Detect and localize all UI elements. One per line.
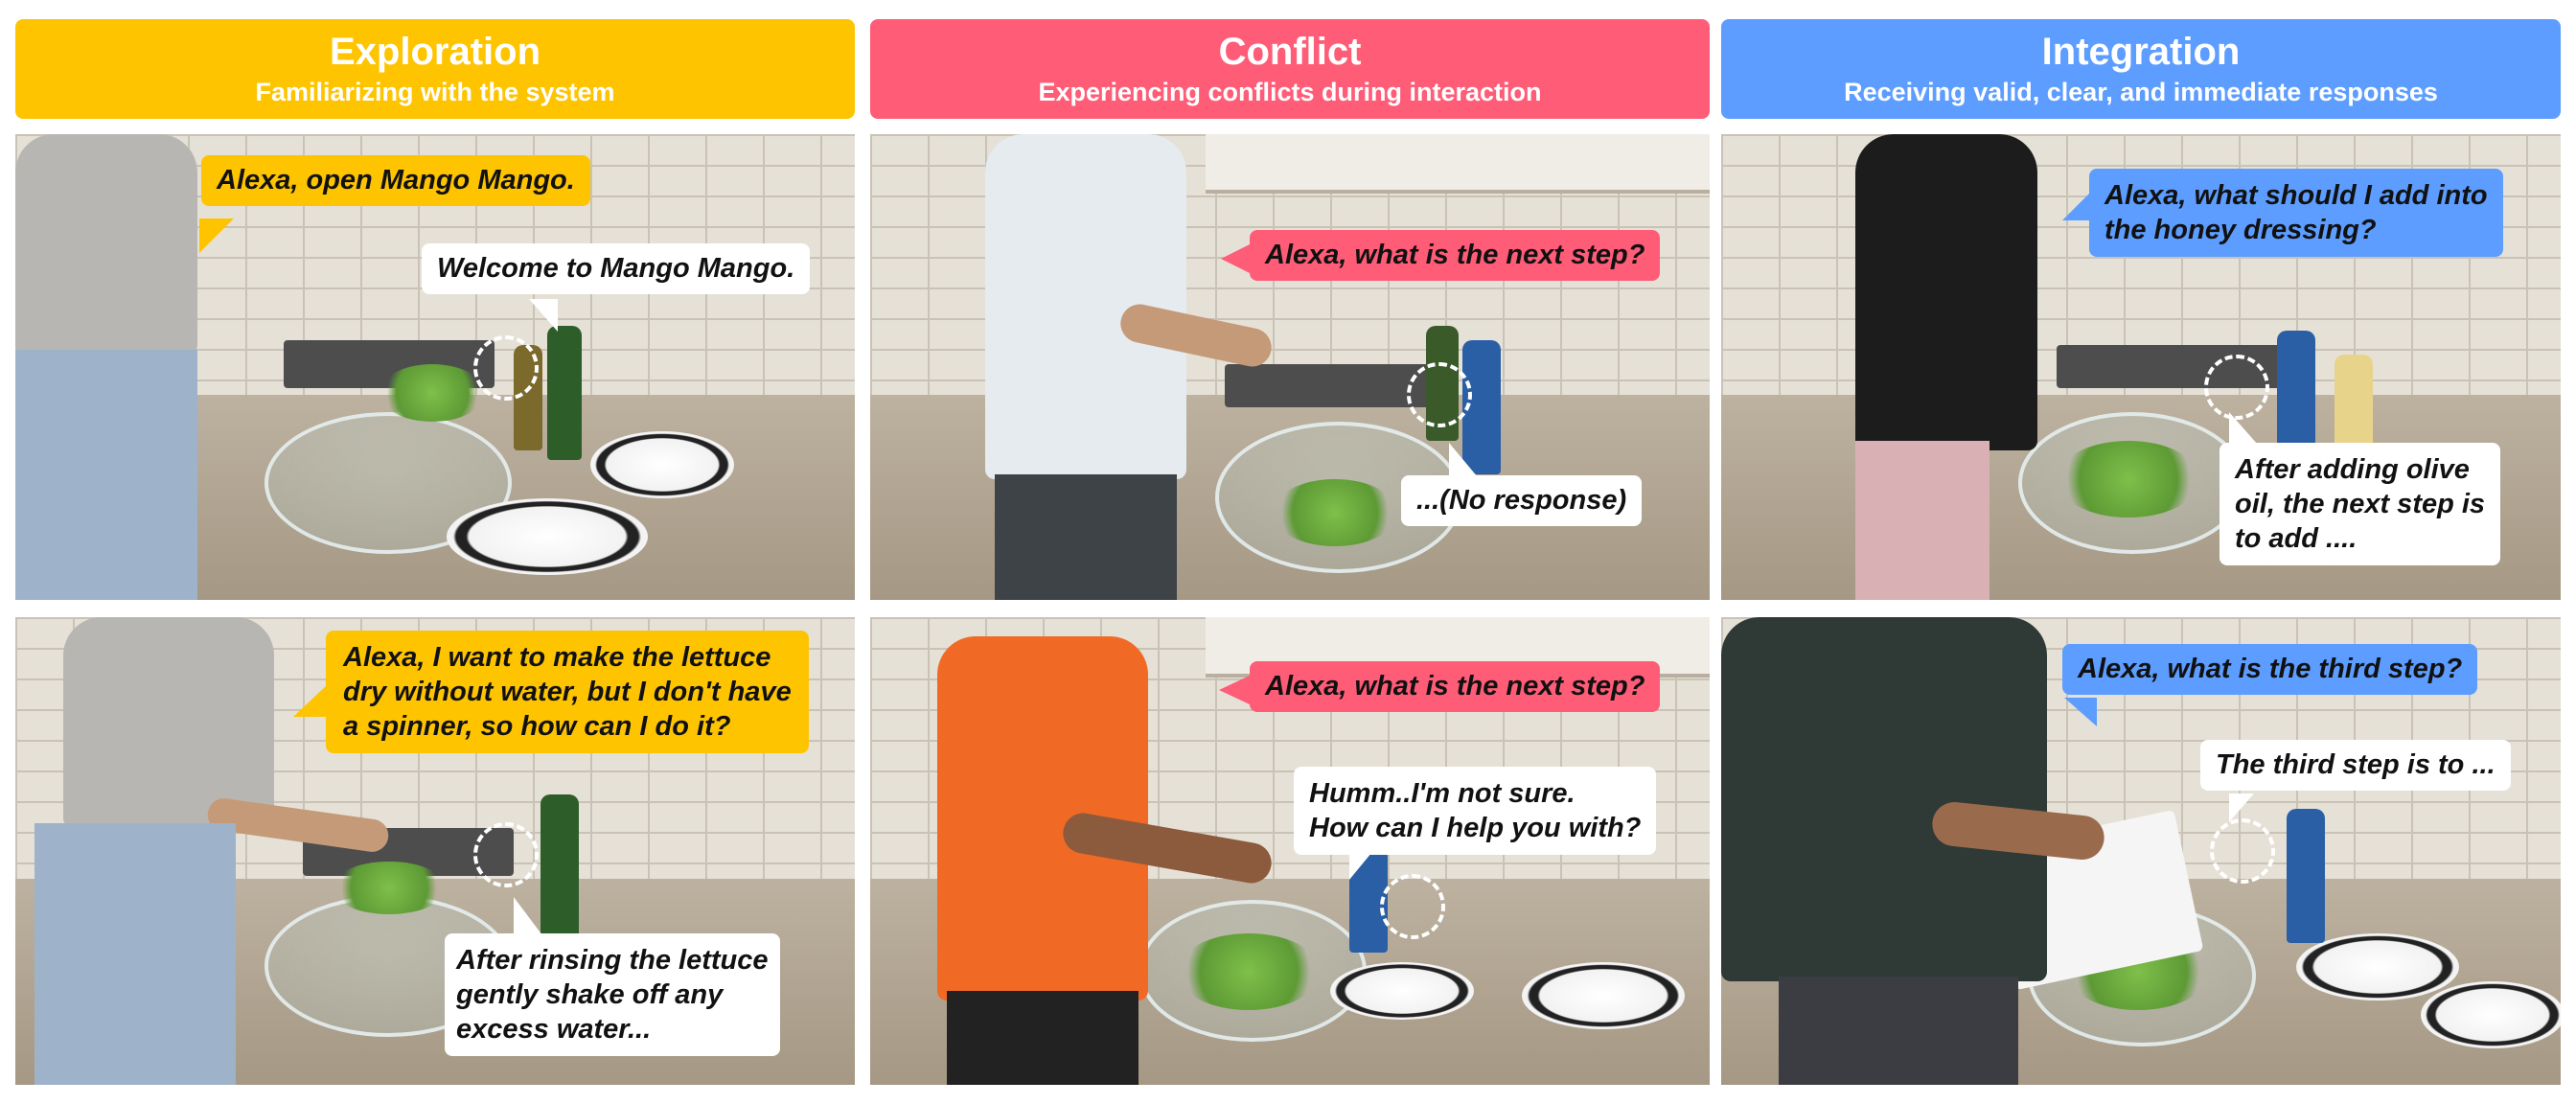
photo-conflict-top: Alexa, what is the next step? ...(No res…: [870, 134, 1710, 600]
bubble-tail: [199, 218, 234, 253]
smart-speaker-marker: [473, 822, 539, 887]
photo-conflict-bottom: Alexa, what is the next step? Humm..I'm …: [870, 617, 1710, 1085]
person-shirt: [1721, 617, 2047, 981]
bubble-line: ...(No response): [1416, 485, 1627, 516]
plate: [2421, 981, 2561, 1048]
header-exploration: Exploration Familiarizing with the syste…: [15, 19, 855, 119]
header-subtitle: Familiarizing with the system: [255, 78, 615, 106]
plate: [1522, 962, 1685, 1029]
user-speech-bubble: Alexa, what is the next step?: [1250, 230, 1661, 281]
person-pants: [1779, 977, 2018, 1085]
photo-exploration-bottom: Alexa, I want to make the lettuce dry wi…: [15, 617, 855, 1085]
bubble-line: Alexa, what should I add into: [2104, 180, 2488, 211]
bubble-line: Alexa, open Mango Mango.: [217, 165, 575, 196]
bubble-line: Alexa, I want to make the lettuce: [343, 642, 771, 673]
smart-speaker-marker: [473, 335, 539, 401]
olive-oil-bottle: [547, 326, 582, 460]
bubble-line: dry without water, but I don't have: [343, 677, 792, 707]
smart-speaker-marker: [1380, 874, 1445, 939]
stove: [1225, 364, 1436, 407]
bubble-line: After adding olive: [2235, 454, 2470, 485]
bubble-line: excess water...: [456, 1014, 652, 1045]
bottle: [2334, 355, 2373, 450]
plate: [590, 431, 734, 498]
bubble-line: Alexa, what is the next step?: [1265, 671, 1645, 702]
salad: [2057, 441, 2200, 518]
bubble-tail: [2062, 192, 2091, 220]
smart-speaker-marker: [1407, 362, 1472, 427]
bubble-line: the honey dressing?: [2104, 215, 2377, 245]
header-subtitle: Experiencing conflicts during interactio…: [1038, 78, 1542, 106]
bubble-line: Alexa, what is the third step?: [2078, 654, 2463, 684]
photo-integration-bottom: Alexa, what is the third step? The third…: [1721, 617, 2561, 1085]
person-jeans: [15, 350, 197, 600]
photo-integration-top: Alexa, what should I add into the honey …: [1721, 134, 2561, 600]
bubble-line: Welcome to Mango Mango.: [437, 253, 795, 284]
header-subtitle: Receiving valid, clear, and immediate re…: [1844, 78, 2438, 106]
person-jeans: [34, 823, 236, 1085]
lettuce: [332, 862, 447, 914]
bubble-tail: [1449, 443, 1478, 477]
system-speech-bubble: After adding olive oil, the next step is…: [2220, 443, 2501, 565]
person-skirt: [1855, 441, 1990, 600]
salad: [1273, 479, 1397, 546]
olive-oil-bottle: [540, 794, 579, 938]
bubble-tail: [514, 897, 542, 935]
salad: [1177, 933, 1321, 1010]
bubble-tail: [529, 299, 558, 332]
header-title: Integration: [2041, 31, 2241, 73]
bubble-line: to add ....: [2235, 523, 2358, 554]
smart-speaker-marker: [2204, 355, 2269, 420]
smart-speaker-marker: [2210, 818, 2275, 884]
cabinet: [1206, 134, 1710, 195]
user-speech-bubble: Alexa, open Mango Mango.: [201, 155, 590, 206]
person-shirt: [63, 617, 274, 828]
system-speech-bubble: After rinsing the lettuce gently shake o…: [445, 933, 780, 1056]
person-pants: [947, 991, 1138, 1085]
bubble-tail: [1349, 847, 1376, 880]
header-integration: Integration Receiving valid, clear, and …: [1721, 19, 2561, 119]
bubble-line: The third step is to ...: [2216, 749, 2496, 780]
bubble-line: How can I help you with?: [1309, 813, 1642, 843]
plate: [1330, 962, 1474, 1020]
bubble-line: gently shake off any: [456, 979, 724, 1010]
system-speech-bubble: The third step is to ...: [2200, 740, 2511, 791]
user-speech-bubble: Alexa, what is the next step?: [1250, 661, 1661, 712]
bubble-line: a spinner, so how can I do it?: [343, 711, 731, 742]
bubble-tail: [2229, 794, 2254, 822]
system-speech-bubble: Welcome to Mango Mango.: [422, 243, 811, 294]
system-speech-bubble: ...(No response): [1401, 475, 1643, 526]
bubble-line: oil, the next step is: [2235, 489, 2486, 519]
bubble-line: Humm..I'm not sure.: [1309, 778, 1576, 809]
bubble-line: After rinsing the lettuce: [456, 945, 769, 976]
person-shirt: [15, 134, 197, 355]
person-pants: [995, 474, 1177, 600]
header-conflict: Conflict Experiencing conflicts during i…: [870, 19, 1710, 119]
user-speech-bubble: Alexa, I want to make the lettuce dry wi…: [326, 631, 809, 753]
bubble-line: Alexa, what is the next step?: [1265, 240, 1645, 270]
bubble-tail: [293, 684, 328, 717]
lettuce: [380, 364, 485, 422]
honey-jar: [2287, 809, 2325, 943]
bubble-tail: [2229, 412, 2258, 445]
honey-jar: [2277, 331, 2315, 446]
header-title: Conflict: [1218, 31, 1362, 73]
plate: [447, 498, 648, 575]
system-speech-bubble: Humm..I'm not sure. How can I help you w…: [1294, 767, 1657, 855]
photo-exploration-top: Alexa, open Mango Mango. Welcome to Mang…: [15, 134, 855, 600]
bubble-tail: [1219, 675, 1252, 705]
person-sweater: [1855, 134, 2037, 450]
plate: [2296, 933, 2459, 1000]
user-speech-bubble: Alexa, what is the third step?: [2062, 644, 2478, 695]
user-speech-bubble: Alexa, what should I add into the honey …: [2089, 169, 2503, 257]
header-title: Exploration: [329, 31, 541, 73]
bubble-tail: [2064, 698, 2097, 726]
bubble-tail: [1221, 243, 1252, 274]
